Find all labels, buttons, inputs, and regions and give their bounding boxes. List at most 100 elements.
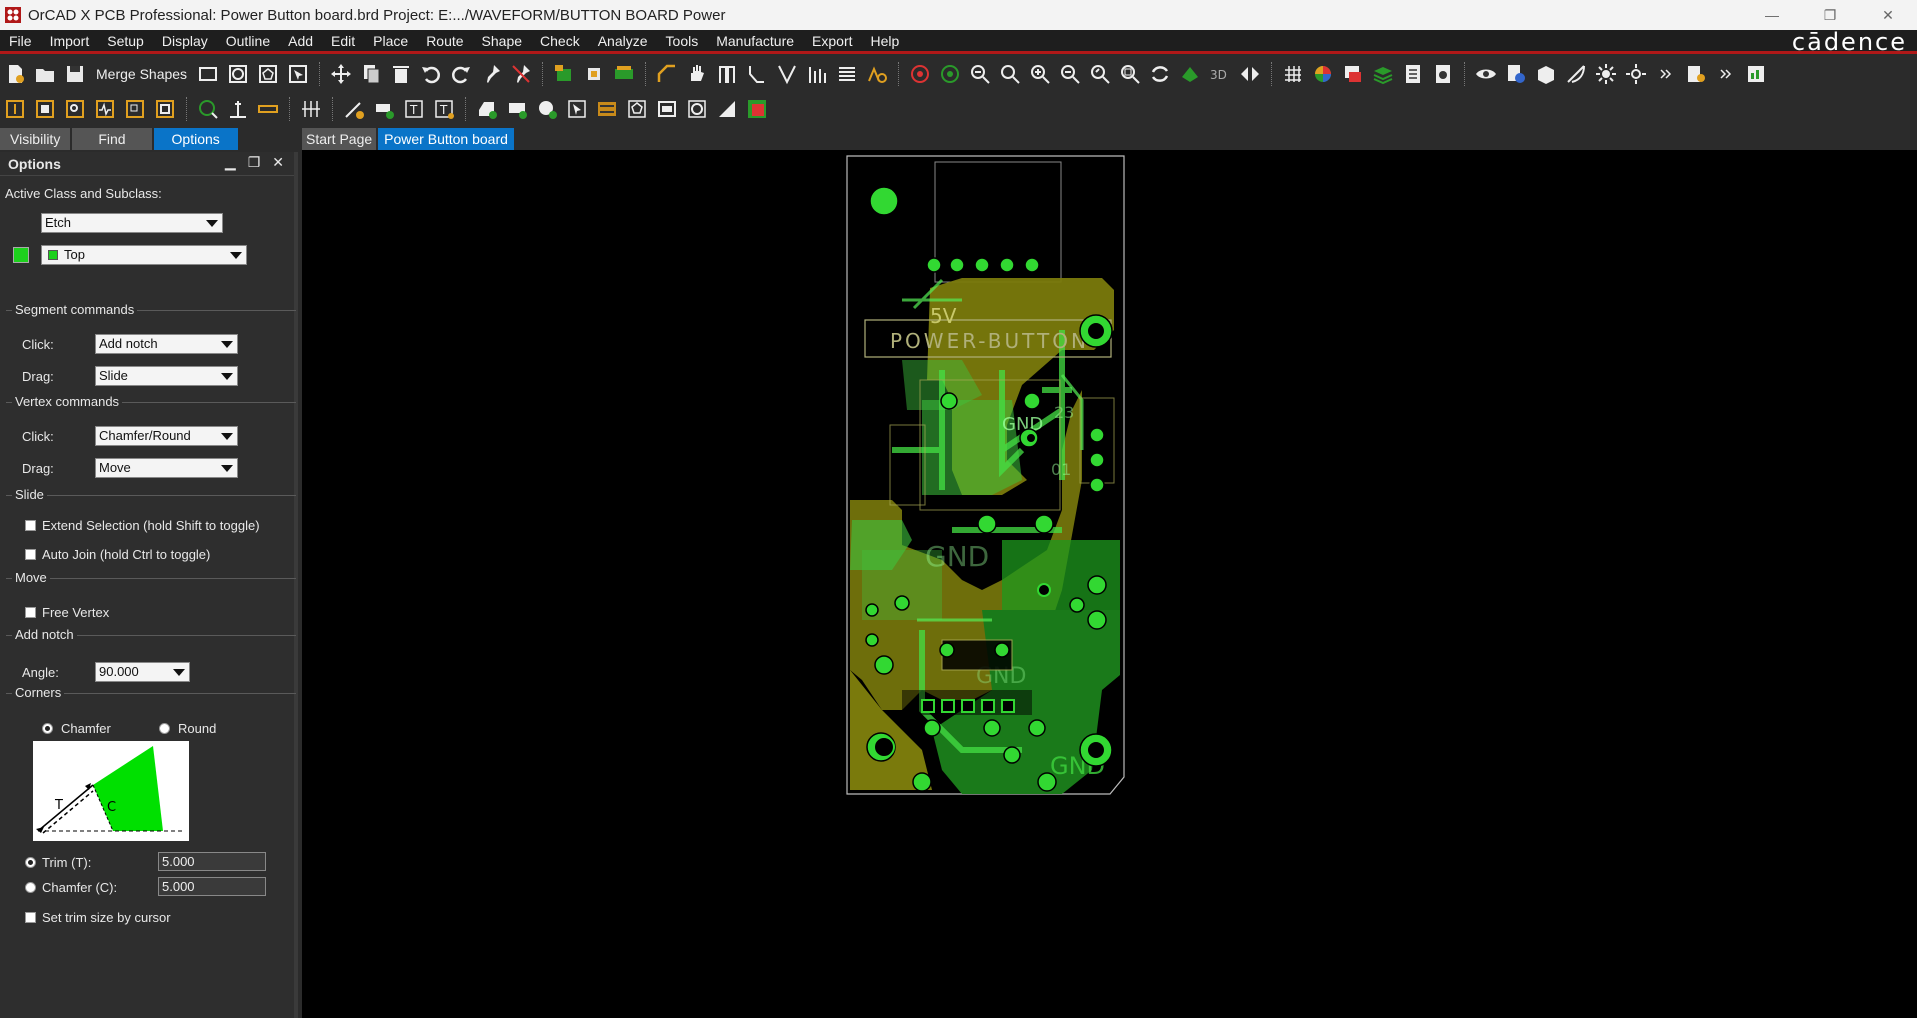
bus-route-icon[interactable] xyxy=(804,61,830,87)
merge-shapes-label[interactable]: Merge Shapes xyxy=(96,66,187,82)
pcb-board[interactable]: POWER-BUTTON 5V GND GND GND GND 23 01 xyxy=(302,150,1917,1018)
menu-setup[interactable]: Setup xyxy=(98,30,153,52)
chamfer-radio[interactable] xyxy=(42,723,53,734)
delete-icon[interactable] xyxy=(388,61,414,87)
delete-island-icon[interactable] xyxy=(654,96,680,122)
segment-click-dropdown[interactable]: Add notch xyxy=(95,334,238,354)
pin-swap-icon[interactable] xyxy=(298,96,324,122)
highlight-icon[interactable] xyxy=(1623,61,1649,87)
zoom-out-icon[interactable] xyxy=(1057,61,1083,87)
group-icon[interactable] xyxy=(122,96,148,122)
chamfer-size-radio[interactable] xyxy=(25,882,36,893)
route-connect-icon[interactable] xyxy=(654,61,680,87)
vertex-click-dropdown[interactable]: Chamfer/Round xyxy=(95,426,238,446)
maximize-button[interactable]: ❐ xyxy=(1801,0,1859,30)
menu-shape[interactable]: Shape xyxy=(473,30,531,52)
trim-input[interactable]: 5.000 xyxy=(158,852,266,871)
3d-view-icon[interactable]: 3D xyxy=(1207,61,1233,87)
overflow-chevron-2-icon[interactable] xyxy=(1713,61,1739,87)
add-text-icon[interactable]: T xyxy=(401,96,427,122)
overflow-chevron-icon[interactable] xyxy=(1653,61,1679,87)
pin-icon[interactable] xyxy=(478,61,504,87)
menu-tools[interactable]: Tools xyxy=(657,30,708,52)
new-file-icon[interactable] xyxy=(2,61,28,87)
menu-route[interactable]: Route xyxy=(417,30,472,52)
spreadsheet-icon[interactable] xyxy=(1743,61,1769,87)
zoom-out-minus-icon[interactable] xyxy=(967,61,993,87)
tab-options[interactable]: Options xyxy=(153,128,238,150)
free-vertex-checkbox[interactable] xyxy=(25,607,36,618)
redraw-icon[interactable] xyxy=(1147,61,1173,87)
grid-icon[interactable] xyxy=(1280,61,1306,87)
route-hand-icon[interactable] xyxy=(684,61,710,87)
tab-visibility[interactable]: Visibility xyxy=(0,128,71,150)
layers-icon[interactable] xyxy=(1340,61,1366,87)
vertex-drag-dropdown[interactable]: Move xyxy=(95,458,238,478)
extend-selection-checkbox[interactable] xyxy=(25,520,36,531)
fanout-icon[interactable] xyxy=(714,61,740,87)
add-rect-shape-icon[interactable] xyxy=(504,96,530,122)
tab-find[interactable]: Find xyxy=(72,128,152,150)
component-pin-icon[interactable] xyxy=(2,96,28,122)
menu-export[interactable]: Export xyxy=(803,30,861,52)
menu-file[interactable]: File xyxy=(0,30,41,52)
save-icon[interactable] xyxy=(62,61,88,87)
manual-void-icon[interactable] xyxy=(594,96,620,122)
zoom-in-icon[interactable] xyxy=(1027,61,1053,87)
add-circle-shape-icon[interactable] xyxy=(534,96,560,122)
align-icon[interactable] xyxy=(834,61,860,87)
void-circle-icon[interactable] xyxy=(684,96,710,122)
panel-minimize-icon[interactable]: ▁ xyxy=(225,154,236,171)
rect-shape-icon[interactable] xyxy=(195,61,221,87)
add-rect-icon[interactable] xyxy=(371,96,397,122)
export-icon[interactable] xyxy=(1683,61,1709,87)
visibility-eye-icon[interactable] xyxy=(1473,61,1499,87)
subclass-dropdown[interactable]: Top xyxy=(41,245,247,265)
add-shape-icon[interactable] xyxy=(474,96,500,122)
trim-by-cursor-checkbox[interactable] xyxy=(25,912,36,923)
round-radio[interactable] xyxy=(159,723,170,734)
zoom-icon[interactable] xyxy=(997,61,1023,87)
layer-color-swatch[interactable] xyxy=(13,247,29,263)
waveform-icon[interactable] xyxy=(92,96,118,122)
angle-dropdown[interactable]: 90.000 xyxy=(95,662,190,682)
drc-icon[interactable] xyxy=(907,61,933,87)
ruler-icon[interactable] xyxy=(255,96,281,122)
report-icon[interactable] xyxy=(1400,61,1426,87)
find-net-icon[interactable] xyxy=(62,96,88,122)
chip-icon[interactable] xyxy=(581,61,607,87)
edit-boundary-icon[interactable] xyxy=(624,96,650,122)
menu-add[interactable]: Add xyxy=(279,30,322,52)
segment-drag-dropdown[interactable]: Slide xyxy=(95,366,238,386)
menu-help[interactable]: Help xyxy=(862,30,909,52)
chamfer-input[interactable]: 5.000 xyxy=(158,877,266,896)
panel-float-icon[interactable]: ❐ xyxy=(248,154,261,171)
open-folder-icon[interactable] xyxy=(32,61,58,87)
menu-outline[interactable]: Outline xyxy=(217,30,279,52)
zoom-fit-icon[interactable] xyxy=(1117,61,1143,87)
undo-icon[interactable] xyxy=(418,61,444,87)
tab-start-page[interactable]: Start Page xyxy=(302,128,377,150)
menu-display[interactable]: Display xyxy=(153,30,217,52)
tab-power-button-board[interactable]: Power Button board xyxy=(378,128,514,150)
property-icon[interactable] xyxy=(1503,61,1529,87)
design-canvas[interactable]: POWER-BUTTON 5V GND GND GND GND 23 01 xyxy=(302,150,1917,1018)
close-window-button[interactable]: ✕ xyxy=(1859,0,1917,30)
spread-icon[interactable] xyxy=(744,61,770,87)
feather-icon[interactable] xyxy=(1563,61,1589,87)
copy-icon[interactable] xyxy=(358,61,384,87)
menu-manufacture[interactable]: Manufacture xyxy=(707,30,803,52)
flip-icon[interactable] xyxy=(1237,61,1263,87)
menu-import[interactable]: Import xyxy=(41,30,99,52)
measure-icon[interactable] xyxy=(195,96,221,122)
slide-icon[interactable] xyxy=(774,61,800,87)
move-icon[interactable] xyxy=(328,61,354,87)
symbol-icon[interactable] xyxy=(32,96,58,122)
menu-edit[interactable]: Edit xyxy=(322,30,364,52)
drc-green-icon[interactable] xyxy=(937,61,963,87)
circle-shape-icon[interactable] xyxy=(225,61,251,87)
edit-text-icon[interactable]: T xyxy=(431,96,457,122)
connector-icon[interactable] xyxy=(611,61,637,87)
stackup-icon[interactable] xyxy=(1370,61,1396,87)
3d-canvas-icon[interactable] xyxy=(1177,61,1203,87)
